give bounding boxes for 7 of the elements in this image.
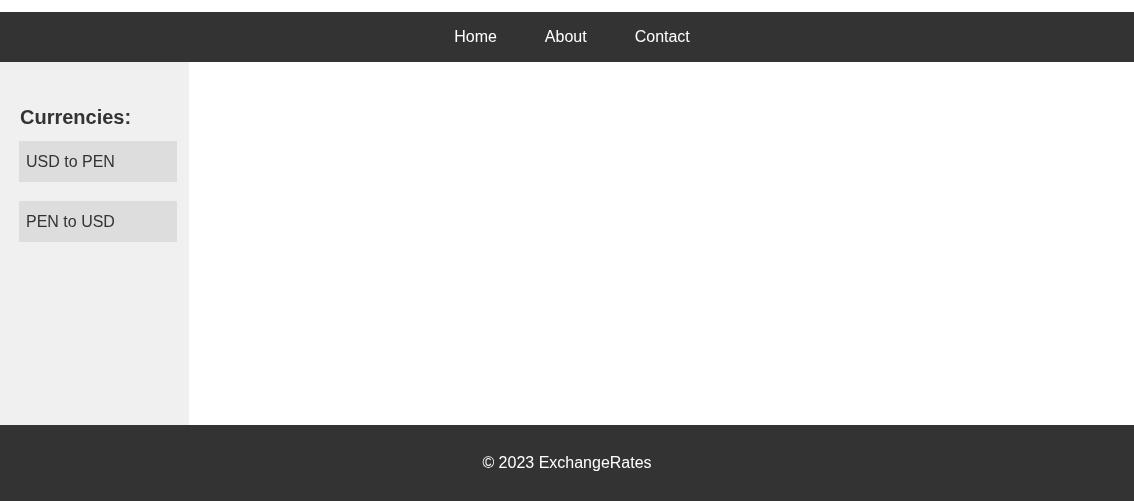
sidebar-title: Currencies: [20, 105, 133, 130]
copyright-text: © 2023 ExchangeRates [482, 453, 652, 473]
currency-link[interactable]: PEN to USD [19, 201, 177, 242]
currency-link[interactable]: USD to PEN [19, 141, 177, 182]
nav-link[interactable]: About [540, 25, 591, 49]
nav-link[interactable]: Home [450, 25, 501, 49]
nav-link[interactable]: Contact [630, 25, 694, 49]
